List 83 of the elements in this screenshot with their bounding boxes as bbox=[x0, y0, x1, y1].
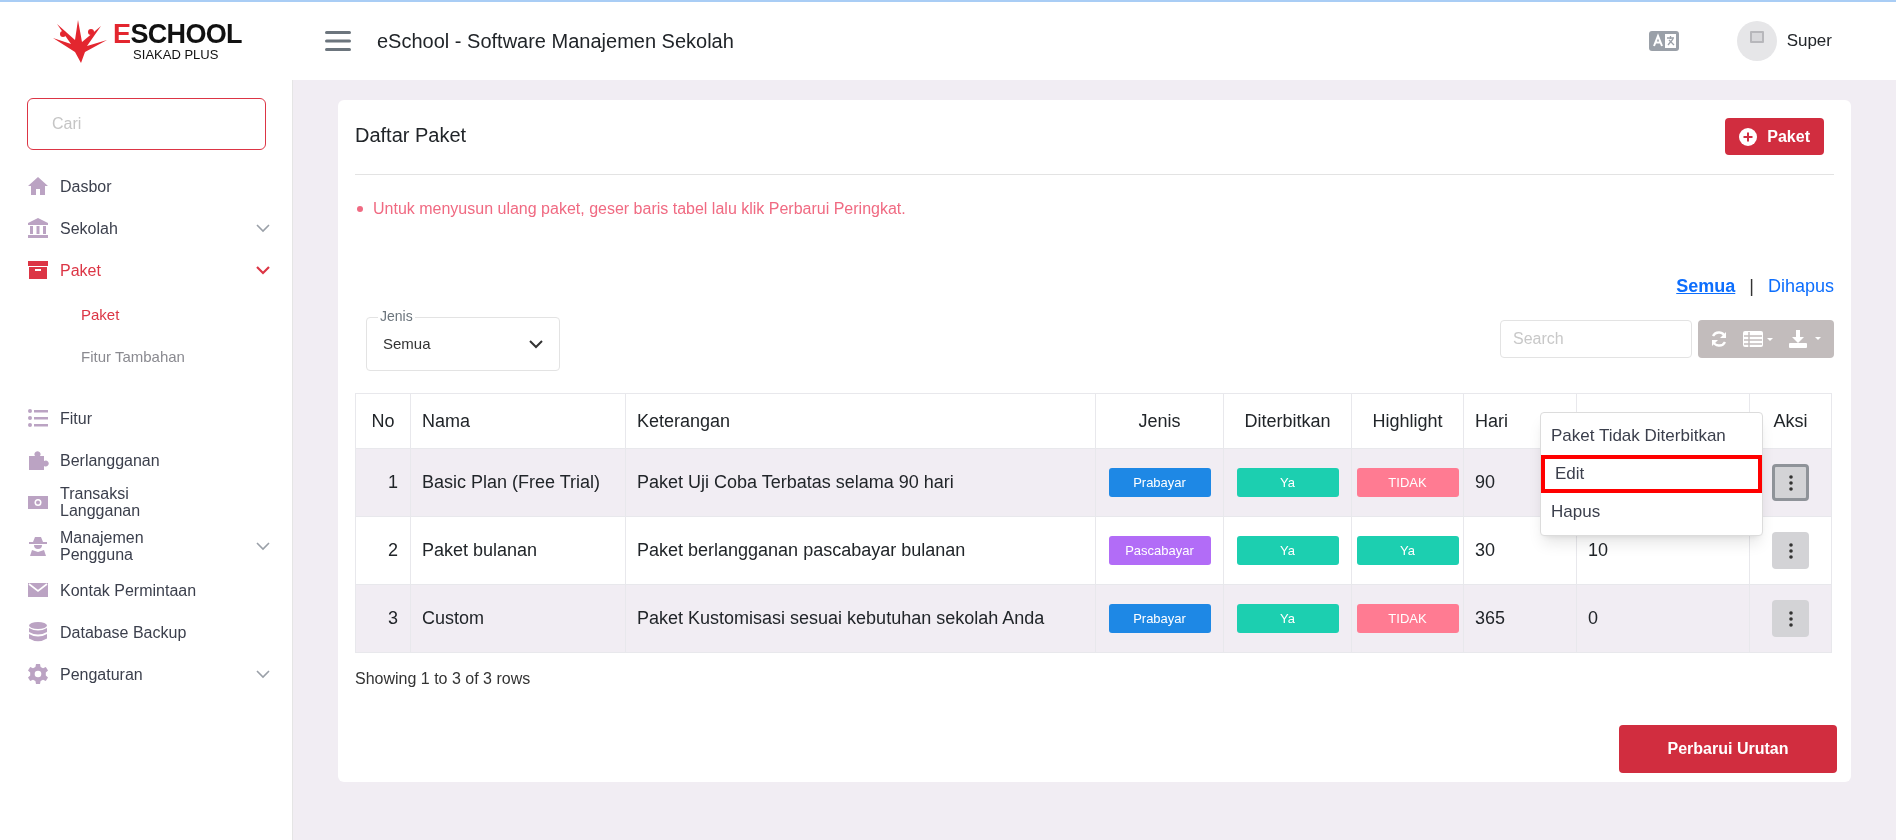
avatar-icon[interactable] bbox=[1736, 21, 1777, 61]
table-cell: Basic Plan (Free Trial) bbox=[422, 472, 601, 492]
more-button[interactable] bbox=[1772, 600, 1809, 637]
puzzle-icon bbox=[27, 449, 49, 471]
more-button[interactable] bbox=[1772, 532, 1809, 569]
download-dropdown-icon[interactable] bbox=[1788, 329, 1822, 349]
status-badge: Ya bbox=[1236, 604, 1339, 633]
database-icon bbox=[27, 621, 49, 643]
menu-item[interactable]: Hapus bbox=[1541, 493, 1762, 531]
card-title: Daftar Paket bbox=[355, 123, 467, 148]
view-link[interactable]: Semua bbox=[1676, 273, 1736, 300]
add-package-button[interactable]: Paket bbox=[1725, 118, 1824, 155]
table-cell: Paket Kustomisasi sesuai kebutuhan sekolah Anda bbox=[637, 608, 1045, 628]
status-badge: TIDAK bbox=[1356, 604, 1459, 633]
sidebar-item[interactable]: Berlangganan bbox=[27, 440, 270, 480]
translate-icon[interactable] bbox=[1648, 31, 1679, 51]
refresh-icon[interactable] bbox=[1710, 330, 1728, 348]
table-cell: 3 bbox=[388, 608, 398, 628]
pagination-info: Showing 1 to 3 of 3 rows bbox=[355, 669, 532, 689]
table-cell: 365 bbox=[1475, 608, 1506, 628]
sidebar-item[interactable]: Sekolah bbox=[27, 208, 270, 248]
status-badge: Prabayar bbox=[1108, 468, 1211, 497]
status-badge: Ya bbox=[1236, 536, 1339, 565]
archive-icon bbox=[27, 259, 49, 281]
sidebar-item[interactable]: Manajemen Pengguna bbox=[27, 524, 270, 568]
table-cell: Custom bbox=[422, 608, 484, 628]
table-cell: 1 bbox=[388, 472, 398, 492]
column-header[interactable]: Jenis bbox=[1138, 410, 1181, 431]
column-header[interactable]: Hari bbox=[1475, 410, 1508, 431]
sidebar-item[interactable]: Paket bbox=[27, 250, 270, 290]
notice-text: Untuk menyusun ulang paket, geser baris tabel lalu klik Perbarui Peringkat. bbox=[373, 199, 906, 219]
more-vertical-icon bbox=[1788, 542, 1793, 559]
table-cell: Paket berlangganan pascabayar bulanan bbox=[637, 540, 966, 560]
column-header[interactable]: Keterangan bbox=[637, 410, 731, 431]
columns-dropdown-icon[interactable] bbox=[1742, 330, 1774, 348]
table-cell: 90 bbox=[1475, 472, 1496, 492]
home-icon bbox=[27, 175, 49, 197]
user-name[interactable]: Super bbox=[1786, 28, 1832, 54]
user-secret-icon bbox=[27, 535, 49, 557]
bank-icon bbox=[27, 217, 49, 239]
table-cell: 0 bbox=[1588, 608, 1598, 628]
chevron-down-icon bbox=[256, 669, 270, 679]
bullet-icon bbox=[357, 206, 363, 212]
more-vertical-icon bbox=[1788, 474, 1793, 491]
chevron-down-icon bbox=[256, 541, 270, 551]
menu-item[interactable]: Paket Tidak Diterbitkan bbox=[1541, 417, 1762, 455]
status-badge: Pascabayar bbox=[1108, 536, 1211, 565]
menu-item[interactable]: Edit bbox=[1541, 455, 1762, 493]
logo-text: ESCHOOL SIAKAD PLUS bbox=[113, 21, 242, 61]
table-cell: Paket bulanan bbox=[422, 540, 538, 560]
sidebar-item[interactable]: Dasbor bbox=[27, 166, 270, 206]
status-badge: Ya bbox=[1356, 536, 1459, 565]
chevron-down-icon bbox=[256, 265, 270, 275]
more-vertical-icon bbox=[1788, 610, 1793, 627]
column-header[interactable]: Aksi bbox=[1773, 410, 1808, 431]
submenu-item[interactable]: Paket bbox=[81, 294, 292, 336]
view-link[interactable]: Dihapus bbox=[1767, 273, 1834, 300]
page-title: eSchool - Software Manajemen Sekolah bbox=[377, 29, 734, 54]
status-badge: Ya bbox=[1236, 468, 1339, 497]
chevron-down-icon bbox=[256, 223, 270, 233]
column-header[interactable]: Nama bbox=[422, 410, 470, 431]
menu-icon[interactable] bbox=[325, 30, 351, 52]
update-order-button[interactable]: Perbarui Urutan bbox=[1619, 725, 1837, 773]
chevron-down-icon bbox=[529, 339, 543, 349]
sidebar-item[interactable]: Kontak Permintaan bbox=[27, 570, 270, 610]
sidebar-item[interactable]: Fitur bbox=[27, 398, 270, 438]
more-button[interactable] bbox=[1772, 464, 1809, 501]
status-badge: TIDAK bbox=[1356, 468, 1459, 497]
submenu-item[interactable]: Fitur Tambahan bbox=[81, 336, 292, 378]
sidebar-item[interactable]: Pengaturan bbox=[27, 654, 270, 694]
sidebar-item[interactable]: Database Backup bbox=[27, 612, 270, 652]
column-header[interactable]: No bbox=[371, 410, 395, 431]
table-cell: 30 bbox=[1475, 540, 1496, 560]
separator-text: | bbox=[1749, 275, 1754, 298]
gear-icon bbox=[27, 663, 49, 685]
sidebar-item[interactable]: Transaksi Langganan bbox=[27, 482, 270, 522]
table-cell: Paket Uji Coba Terbatas selama 90 hari bbox=[637, 472, 954, 492]
table-cell: 2 bbox=[388, 540, 398, 560]
status-badge: Prabayar bbox=[1108, 604, 1211, 633]
search-field[interactable]: Cari bbox=[27, 98, 266, 150]
list-icon bbox=[27, 407, 49, 429]
table-cell: 10 bbox=[1588, 540, 1609, 560]
plus-circle-icon bbox=[1739, 127, 1758, 146]
